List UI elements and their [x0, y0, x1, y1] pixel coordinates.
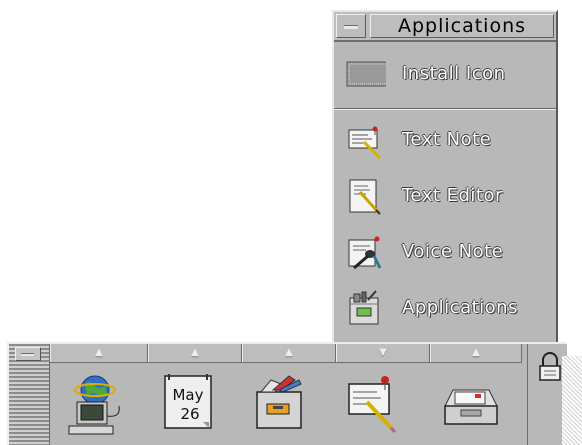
text-editor-item[interactable]: Text Editor	[342, 174, 554, 218]
up-arrow-icon[interactable]: ▲	[50, 344, 148, 362]
calendar-icon: May 26	[164, 374, 212, 429]
install-icon-label: Install Icon	[402, 63, 506, 84]
up-arrow-icon[interactable]: ▲	[242, 344, 336, 362]
mail-tray-launcher[interactable]	[433, 370, 507, 440]
text-note-launcher[interactable]	[337, 370, 411, 440]
calendar-day: 26	[180, 405, 199, 423]
subpanel-window-menu-button[interactable]	[336, 14, 366, 38]
text-note-icon	[348, 126, 382, 160]
panel-edge-texture	[562, 356, 582, 445]
text-note-icon	[348, 376, 397, 434]
down-arrow-icon[interactable]: ▼	[336, 344, 430, 362]
text-note-label: Text Note	[402, 129, 492, 150]
voice-note-label: Voice Note	[402, 241, 504, 262]
voice-note-item[interactable]: Voice Note	[342, 230, 554, 274]
mail-tray-icon	[444, 389, 498, 425]
applications-label: Applications	[402, 297, 518, 318]
subpanel-arrow-row: ▲ ▲ ▲ ▼ ▲	[50, 344, 522, 363]
file-manager-launcher[interactable]	[243, 370, 317, 440]
globe-computer-launcher[interactable]	[59, 370, 133, 440]
subpanel-titlebar: Applications	[334, 12, 556, 42]
applications-folder-icon	[349, 290, 379, 325]
file-manager-icon	[256, 375, 302, 429]
applications-subpanel: Applications Install Icon Text Note Text…	[332, 10, 558, 342]
subpanel-divider	[334, 108, 556, 110]
install-icon-item[interactable]: Install Icon	[342, 52, 554, 96]
up-arrow-icon[interactable]: ▲	[430, 344, 522, 362]
calendar-launcher[interactable]: May 26	[151, 370, 225, 440]
globe-computer-icon	[68, 375, 120, 435]
up-arrow-icon[interactable]: ▲	[148, 344, 242, 362]
subpanel-title: Applications	[370, 14, 554, 38]
text-editor-icon	[349, 179, 381, 215]
install-icon-dropzone	[346, 61, 386, 87]
front-panel: ▲ ▲ ▲ ▼ ▲ May 26	[7, 342, 567, 445]
text-editor-label: Text Editor	[402, 185, 503, 206]
panel-window-menu-button[interactable]	[15, 347, 41, 361]
voice-note-icon	[348, 236, 382, 270]
text-note-item[interactable]: Text Note	[342, 118, 554, 162]
calendar-month: May	[172, 386, 203, 404]
applications-item[interactable]: Applications	[342, 286, 554, 330]
